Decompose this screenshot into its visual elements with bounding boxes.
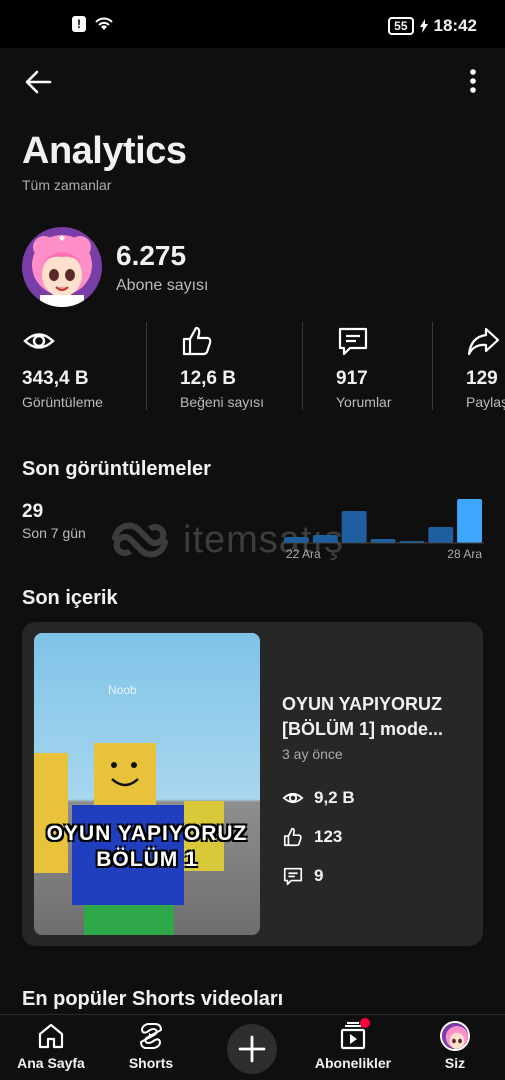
subscriber-count: 6.275 [116, 240, 187, 271]
channel-avatar[interactable] [22, 227, 102, 307]
battery-indicator: 55 [388, 17, 414, 35]
top-bar [0, 48, 505, 118]
recent-content-title: Son içerik [22, 587, 118, 609]
nav-you-label: Siz [444, 1055, 466, 1071]
alert-icon: ! [72, 16, 86, 32]
comment-icon [283, 867, 303, 886]
page-title: Analytics [22, 130, 187, 172]
video-comments: 9 [282, 865, 323, 887]
subscriber-label: Abone sayısı [116, 277, 209, 294]
back-button[interactable] [20, 66, 56, 98]
stat-shares[interactable]: 129 Paylaş [466, 322, 505, 412]
more-vertical-icon [470, 69, 476, 93]
thumbnail-overlay-text: OYUN YAPIYORUZ BÖLÜM 1 [46, 822, 248, 871]
video-age: 3 ay önce [282, 746, 343, 762]
chart-bar [284, 537, 309, 543]
chart-x-label: 28 Ara [447, 547, 482, 561]
popular-shorts-title: En popüler Shorts videoları [22, 988, 284, 1010]
recent-content-card[interactable]: Noob OYUN YAPIYORUZ BÖLÜM 1 OYUN YAPIYOR… [22, 622, 483, 946]
stat-divider [302, 322, 303, 410]
chart-x-label: 22 Ara [286, 547, 321, 561]
stat-value: 917 [336, 368, 368, 389]
shorts-icon [140, 1023, 162, 1049]
create-button[interactable] [227, 1024, 277, 1074]
more-options-button[interactable] [463, 66, 483, 98]
avatar-image [22, 227, 102, 307]
video-title-line1: OYUN YAPIYORUZ [282, 694, 443, 714]
chart-bar [428, 527, 454, 543]
video-title[interactable]: OYUN YAPIYORUZ [BÖLÜM 1] mode... [282, 692, 472, 742]
nav-subscriptions-label: Abonelikler [314, 1055, 392, 1071]
bottom-navigation: Ana Sayfa Shorts Abonelikler Siz [0, 1014, 505, 1080]
eye-icon [23, 333, 55, 349]
plus-icon [238, 1035, 266, 1063]
video-views-value: 9,2 B [314, 788, 355, 807]
video-likes-value: 123 [314, 827, 343, 846]
recent-views-value: 29 [22, 501, 44, 522]
notification-dot [360, 1018, 370, 1028]
video-title-line2: [BÖLÜM 1] mode... [282, 719, 443, 739]
stat-value: 12,6 B [180, 368, 236, 389]
subscriptions-icon [340, 1018, 370, 1050]
stat-label: Paylaş [466, 394, 505, 410]
thumbs-up-icon [182, 326, 212, 356]
video-thumbnail[interactable]: Noob OYUN YAPIYORUZ BÖLÜM 1 [34, 633, 260, 935]
video-views: 9,2 B [282, 787, 355, 809]
stat-value: 129 [466, 368, 498, 389]
roblox-character-image [34, 743, 224, 935]
chart-bar [341, 511, 367, 543]
stat-label: Görüntüleme [22, 394, 103, 410]
nav-shorts[interactable]: Shorts [106, 1021, 196, 1079]
comment-icon [338, 327, 368, 356]
page-subtitle: Tüm zamanlar [22, 177, 112, 193]
status-bar: ! 55 18:42 [0, 0, 505, 48]
share-icon [467, 327, 500, 356]
nav-you[interactable]: Siz [410, 1021, 500, 1079]
chart-bar [457, 499, 482, 543]
home-icon [38, 1023, 64, 1049]
arrow-left-icon [25, 70, 52, 94]
charging-icon [419, 19, 428, 33]
recent-views-chart[interactable]: 22 Ara 28 Ara [282, 495, 484, 565]
stat-divider [146, 322, 147, 410]
thumbs-up-icon [283, 827, 302, 847]
user-avatar [440, 1021, 470, 1051]
chart-bar [370, 539, 396, 543]
nav-home[interactable]: Ana Sayfa [6, 1021, 96, 1079]
nav-home-label: Ana Sayfa [17, 1055, 85, 1071]
stat-divider [432, 322, 433, 410]
status-time: 18:42 [433, 16, 477, 35]
nav-subscriptions[interactable]: Abonelikler [308, 1018, 398, 1079]
wifi-icon [95, 17, 113, 30]
watermark-logo-icon [112, 522, 168, 558]
stats-row: 343,4 B Görüntüleme 12,6 B Beğeni sayısı… [0, 322, 505, 412]
eye-icon [282, 792, 304, 804]
recent-views-title: Son görüntülemeler [22, 458, 211, 480]
nav-shorts-label: Shorts [128, 1055, 174, 1071]
stat-label: Beğeni sayısı [180, 394, 265, 410]
video-likes: 123 [282, 826, 342, 848]
stat-value: 343,4 B [22, 368, 89, 389]
avatar-image [442, 1023, 468, 1049]
chart-bar [312, 535, 338, 543]
recent-views-period: Son 7 gün [22, 525, 86, 541]
stat-label: Yorumlar [336, 394, 392, 410]
video-comments-value: 9 [314, 866, 324, 885]
